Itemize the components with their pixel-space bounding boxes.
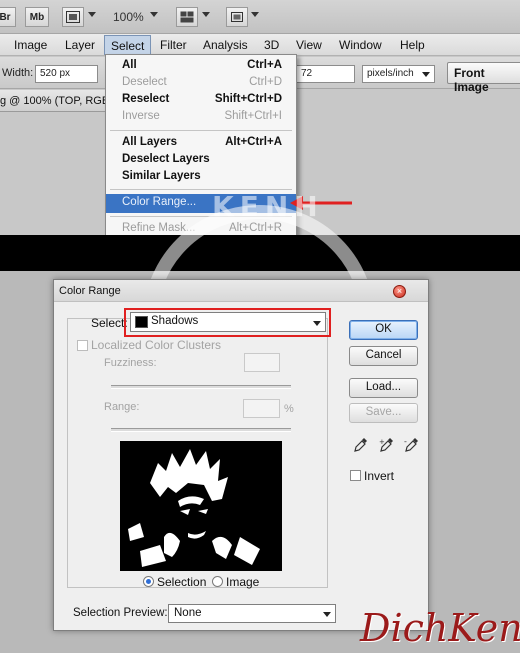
selection-preview-dropdown[interactable]: None [168,604,336,623]
menu-item-deselect-layers[interactable]: Deselect Layers [106,153,296,170]
menu-item-all[interactable]: All Ctrl+A [106,59,296,76]
cancel-button[interactable]: Cancel [349,346,418,366]
zoom-level[interactable]: 100% [113,10,144,24]
selection-preview-label: Selection Preview: [73,607,168,619]
menu-analysis[interactable]: Analysis [203,38,248,52]
fuzziness-input[interactable] [244,353,280,372]
eyedropper-minus-icon[interactable]: - [404,437,419,453]
color-range-dialog: Color Range × Select: Shadows Localized … [53,279,429,631]
watermark-brand: KENH [212,190,324,223]
invert-label: Invert [364,469,395,483]
grid-icon [180,11,194,23]
menu-item-shortcut: Alt+Ctrl+A [225,136,282,148]
preview-silhouette [120,441,282,571]
bridge-button[interactable]: Br [0,7,16,27]
save-button[interactable]: Save... [349,403,418,423]
bridge-label: Br [0,11,11,23]
arrange-caret-icon[interactable] [202,12,210,17]
dialog-title-bar[interactable]: Color Range [54,280,428,302]
svg-text:+: + [379,438,385,446]
menu-item-label: All Layers [122,136,177,148]
menu-item-label: Inverse [122,110,160,122]
menu-item-reselect[interactable]: Reselect Shift+Ctrl+D [106,93,296,110]
menu-item-shortcut: Ctrl+A [247,59,282,71]
application-bar: Br Mb 100% [0,0,520,34]
width-input[interactable]: 520 px [35,65,98,83]
localized-clusters-checkbox[interactable] [77,340,88,351]
film-icon [66,11,80,23]
invert-checkbox[interactable] [350,470,361,481]
menu-item-label: Reselect [122,93,170,105]
localized-clusters-label: Localized Color Clusters [91,338,222,352]
menu-help[interactable]: Help [400,38,425,52]
range-slider[interactable] [111,428,291,432]
resolution-unit-label: pixels/inch [367,68,414,79]
menu-filter[interactable]: Filter [160,38,187,52]
menu-item-shortcut: Shift+Ctrl+D [214,93,282,105]
range-label: Range: [104,401,140,413]
menu-separator [110,130,292,131]
chevron-down-icon [323,612,331,617]
menu-select[interactable]: Select [104,35,152,55]
menu-item-label: All [122,59,137,71]
image-radio-label: Image [226,575,260,589]
signature-watermark: DichKen [360,606,520,650]
menu-item-label: Similar Layers [122,170,201,182]
menu-item-deselect[interactable]: Deselect Ctrl+D [106,76,296,93]
menu-item-label: Deselect [122,76,167,88]
menu-item-shortcut: Ctrl+D [249,76,282,88]
menu-item-shortcut: Shift+Ctrl+I [224,110,282,122]
resolution-unit-select[interactable]: pixels/inch [362,65,435,83]
selection-radio[interactable] [143,576,154,587]
selection-preview-image [120,441,282,571]
image-radio[interactable] [212,576,223,587]
eyedropper-plus-icon[interactable]: + [379,437,394,453]
zoom-caret-icon[interactable] [150,12,158,17]
screen-mode-icon [231,12,243,22]
menu-bar: Image Layer Select Filter Analysis 3D Vi… [0,34,520,56]
view-extras-button[interactable] [62,7,84,27]
chevron-down-icon [422,72,430,77]
svg-text:-: - [404,437,407,446]
ok-button[interactable]: OK [349,320,418,340]
load-button[interactable]: Load... [349,378,418,398]
arrange-documents-button[interactable] [176,7,198,27]
fuzziness-label: Fuzziness: [104,357,157,369]
view-extras-caret-icon[interactable] [88,12,96,17]
screen-mode-caret-icon[interactable] [251,12,259,17]
menu-item-all-layers[interactable]: All Layers Alt+Ctrl+A [106,136,296,153]
menu-item-similar-layers[interactable]: Similar Layers [106,170,296,187]
menu-item-label: Deselect Layers [122,153,210,165]
document-tab[interactable]: g @ 100% (TOP, RGB [0,90,115,112]
dialog-title: Color Range [59,285,121,297]
menu-3d[interactable]: 3D [264,38,279,52]
select-label: Select: [91,316,128,330]
screen-mode-button[interactable] [226,7,248,27]
range-input[interactable] [243,399,280,418]
menu-item-label: Color Range... [122,196,197,208]
menu-item-inverse[interactable]: Inverse Shift+Ctrl+I [106,110,296,127]
menu-layer[interactable]: Layer [65,38,95,52]
red-highlight-box [124,308,331,337]
mini-bridge-button[interactable]: Mb [25,7,49,27]
menu-window[interactable]: Window [339,38,382,52]
selection-radio-label: Selection [157,575,207,589]
mini-bridge-label: Mb [29,11,45,23]
close-icon[interactable]: × [393,285,406,298]
range-unit: % [284,403,294,415]
front-image-button[interactable]: Front Image [447,62,520,94]
fuzziness-slider[interactable] [111,385,291,389]
menu-image[interactable]: Image [14,38,47,52]
eyedropper-icon[interactable] [353,437,368,453]
width-label: Width: [2,67,34,79]
resolution-input[interactable]: 72 [296,65,355,83]
menu-view[interactable]: View [296,38,322,52]
selection-preview-value: None [174,607,202,619]
